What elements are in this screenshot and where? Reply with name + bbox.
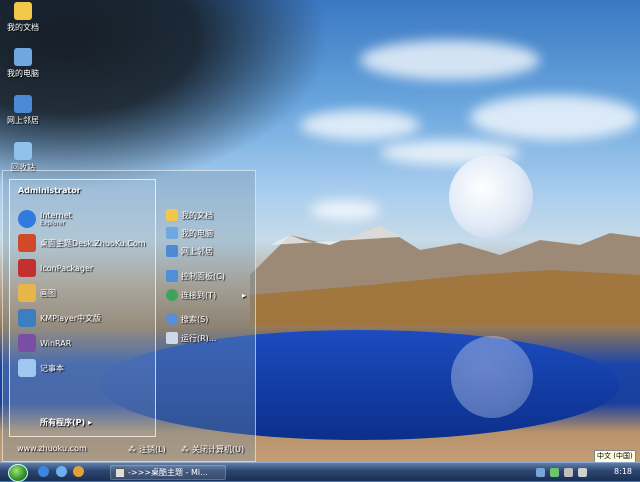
- submenu-arrow-icon: ▸: [241, 290, 246, 300]
- winrar-icon: [18, 334, 36, 352]
- logoff-icon: ⁂: [128, 445, 136, 454]
- tray-icon-3[interactable]: [564, 467, 573, 477]
- menu-network[interactable]: 网上邻居: [166, 245, 213, 257]
- volume-icon[interactable]: [578, 467, 587, 477]
- clock[interactable]: 8:18: [614, 467, 632, 476]
- mountains: [250, 225, 640, 325]
- media-player-icon[interactable]: [73, 466, 84, 477]
- computer-icon: [14, 48, 32, 66]
- window-icon: [115, 467, 125, 478]
- power-icon: ⁂: [181, 445, 189, 454]
- program-internet-explorer[interactable]: Internet Explorer: [18, 208, 72, 230]
- folder-icon: [14, 2, 32, 20]
- program-iconpackager[interactable]: IconPackager: [18, 257, 93, 279]
- show-desktop-icon[interactable]: [56, 466, 67, 477]
- taskbar: ->>>桌酷主题 - Mi... 8:18: [0, 462, 640, 482]
- task-button-zhuoku[interactable]: ->>>桌酷主题 - Mi...: [110, 465, 226, 480]
- menu-my-computer[interactable]: 我的电脑: [166, 227, 213, 239]
- desktop-icon-my-computer[interactable]: 我的电脑: [3, 48, 43, 79]
- program-paint[interactable]: 画图: [18, 282, 56, 304]
- folder-icon: [166, 209, 178, 221]
- search-icon: [166, 313, 178, 325]
- menu-my-documents[interactable]: 我的文档: [166, 209, 213, 221]
- ie-quicklaunch-icon[interactable]: [38, 466, 49, 477]
- start-button[interactable]: [8, 464, 28, 482]
- desktop-icon-my-documents[interactable]: 我的文档: [3, 2, 43, 33]
- network-icon: [14, 95, 32, 113]
- run-icon: [166, 332, 178, 344]
- connect-icon: [166, 289, 178, 301]
- shutdown-button[interactable]: ⁂ 关闭计算机(U): [181, 444, 244, 455]
- computer-icon: [166, 227, 178, 239]
- menu-search[interactable]: 搜索(S): [166, 313, 208, 325]
- tree-silhouette: [0, 0, 330, 190]
- menu-run[interactable]: 运行(R)...: [166, 332, 216, 344]
- recycle-bin-icon: [14, 142, 32, 160]
- menu-connect-to[interactable]: 连接到(T) ▸: [166, 289, 246, 301]
- program-kmplayer[interactable]: KMPlayer中文版: [18, 307, 101, 329]
- notepad-icon: [18, 359, 36, 377]
- desktop-icon-network[interactable]: 网上邻居: [3, 95, 43, 126]
- tray-icon-2[interactable]: [550, 467, 559, 477]
- tray-icon-1[interactable]: [536, 467, 545, 477]
- desktop-icon-recycle-bin[interactable]: 回收站: [3, 142, 43, 173]
- paint-icon: [18, 284, 36, 302]
- start-menu-programs-panel: Administrator Internet Explorer 桌面主题Desk.…: [9, 179, 156, 437]
- theme-icon: [18, 234, 36, 252]
- program-winrar[interactable]: WinRAR: [18, 332, 71, 354]
- control-panel-icon: [166, 270, 178, 282]
- ie-icon: [18, 210, 36, 228]
- menu-control-panel[interactable]: 控制面板(C): [166, 270, 225, 282]
- program-desk-theme[interactable]: 桌面主题Desk.ZhuoKu.Com: [18, 232, 146, 254]
- network-icon: [166, 245, 178, 257]
- logoff-button[interactable]: ⁂ 注销(L): [128, 444, 166, 455]
- start-menu: Administrator Internet Explorer 桌面主题Desk.…: [2, 170, 256, 462]
- iconpackager-icon: [18, 259, 36, 277]
- footer-url: www.zhuoku.com: [17, 444, 87, 453]
- arrow-right-icon: ▸: [87, 418, 92, 427]
- user-name: Administrator: [18, 186, 81, 195]
- program-notepad[interactable]: 记事本: [18, 357, 64, 379]
- kmplayer-icon: [18, 309, 36, 327]
- all-programs-button[interactable]: 所有程序(P) ▸: [40, 417, 92, 428]
